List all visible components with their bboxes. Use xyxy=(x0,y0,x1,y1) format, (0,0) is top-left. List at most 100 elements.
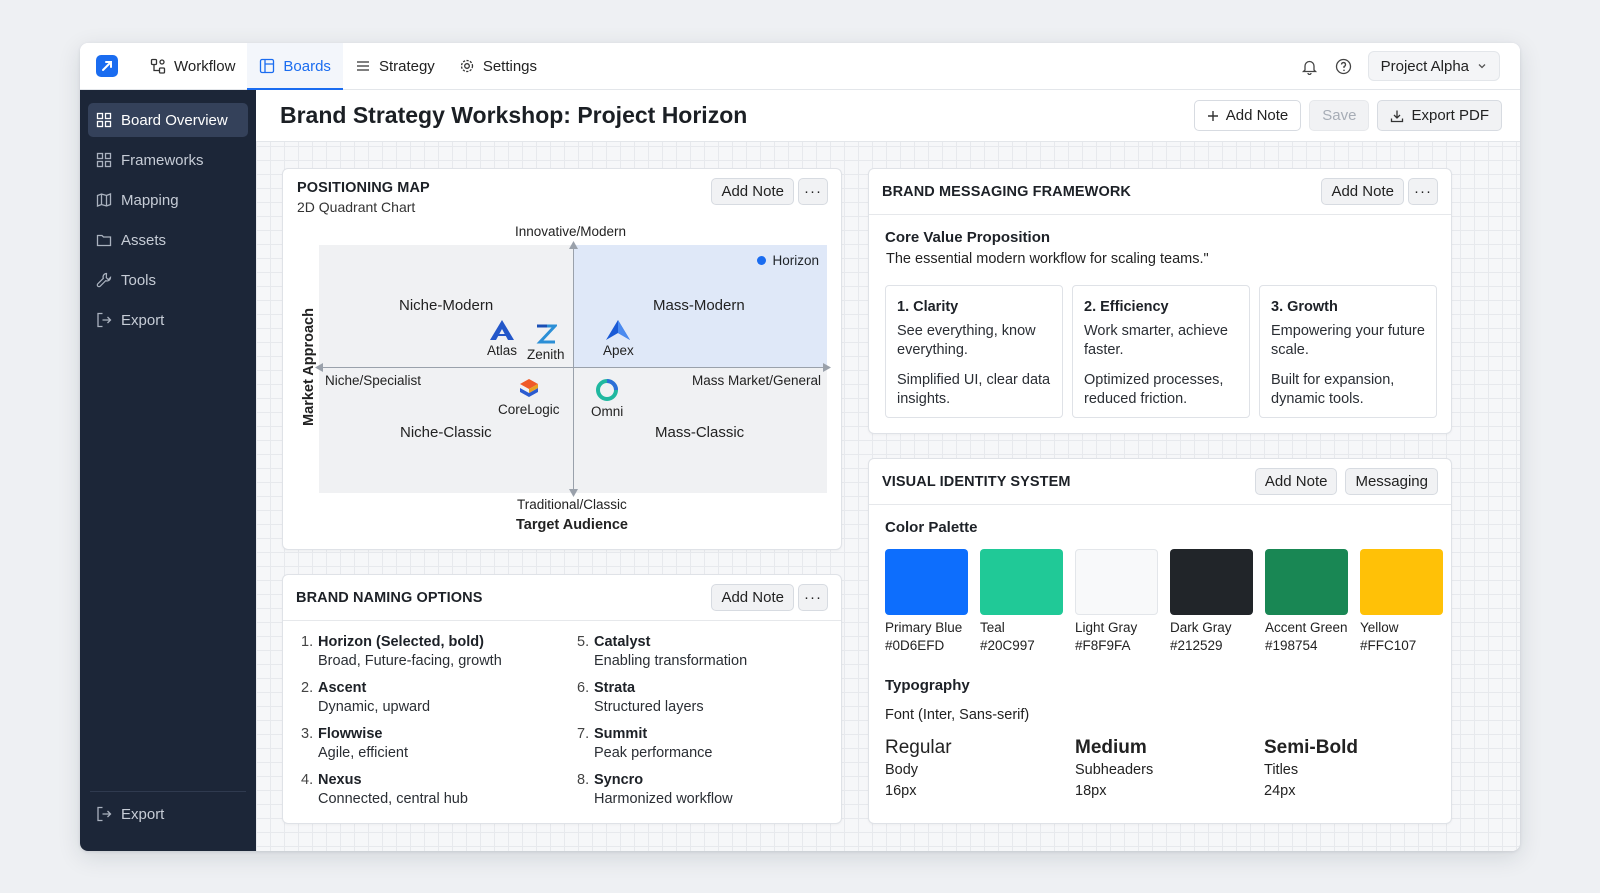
chevron-down-icon xyxy=(1478,64,1486,69)
visual-identity-panel: VISUAL IDENTITY SYSTEM Add Note Messagin… xyxy=(868,458,1452,824)
brand-corelogic[interactable]: CoreLogic xyxy=(498,378,560,417)
list-item[interactable]: 4. Nexus Connected, central hub xyxy=(301,771,577,817)
sidebar-item-tools[interactable]: Tools xyxy=(88,263,248,297)
swatch-yellow[interactable] xyxy=(1360,549,1443,615)
pillar-line: Built for expansion, dynamic tools. xyxy=(1271,372,1395,407)
list-item[interactable]: 5. Catalyst Enabling transformation xyxy=(577,633,827,679)
color-palette-title: Color Palette xyxy=(885,519,978,536)
quadrant-niche-classic: Niche-Classic xyxy=(400,424,492,441)
save-label: Save xyxy=(1322,107,1357,124)
core-value-title: Core Value Proposition xyxy=(885,229,1051,246)
save-button[interactable]: Save xyxy=(1309,100,1370,131)
sidebar-item-label: Export xyxy=(121,311,165,329)
list-item[interactable]: 1. Horizon (Selected, bold) Broad, Future-… xyxy=(301,633,577,679)
list-item[interactable]: 8. Syncro Harmonized workflow xyxy=(577,771,827,817)
item-desc: Structured layers xyxy=(594,699,704,715)
sidebar-item-export[interactable]: Export xyxy=(88,303,248,337)
add-note-label: Add Note xyxy=(1264,473,1328,490)
brand-atlas[interactable]: Atlas xyxy=(487,319,517,358)
sidebar-item-board-overview[interactable]: Board Overview xyxy=(88,103,248,137)
swatch-primary-blue[interactable] xyxy=(885,549,968,615)
type-size: 18px xyxy=(1075,783,1107,799)
brand-omni[interactable]: Omni xyxy=(591,378,623,419)
more-icon: ··· xyxy=(804,183,822,200)
legend-horizon: Horizon xyxy=(757,253,819,268)
swatch-accent-green[interactable] xyxy=(1265,549,1348,615)
swatch-label: Light Gray #F8F9FA xyxy=(1075,619,1137,655)
grid-icon xyxy=(96,112,112,128)
item-title: Horizon (Selected, bold) xyxy=(318,634,484,650)
list-item[interactable]: 2. Ascent Dynamic, upward xyxy=(301,679,577,725)
add-note-label: Add Note xyxy=(721,589,784,606)
more-options-button[interactable]: ··· xyxy=(798,178,828,205)
color-hex: #212529 xyxy=(1170,638,1223,653)
tab-strategy-label: Strategy xyxy=(378,57,435,75)
color-hex: #0D6EFD xyxy=(885,638,945,653)
messaging-button[interactable]: Messaging xyxy=(1345,468,1438,495)
export-icon xyxy=(97,806,112,822)
quadrant-mass-classic: Mass-Classic xyxy=(655,424,745,441)
y-axis-bottom-label: Traditional/Classic xyxy=(517,497,627,512)
type-use: Subheaders xyxy=(1075,762,1154,778)
tab-strategy[interactable]: Strategy xyxy=(343,43,447,89)
arrow-right-icon xyxy=(823,363,831,372)
swatch-teal[interactable] xyxy=(980,549,1063,615)
color-hex: #198754 xyxy=(1265,638,1318,653)
bell-icon[interactable] xyxy=(1300,56,1320,76)
swatch-dark-gray[interactable] xyxy=(1170,549,1253,615)
list-item[interactable]: 3. Flowwise Agile, efficient xyxy=(301,725,577,771)
more-options-button[interactable]: ··· xyxy=(798,584,828,611)
gear-icon xyxy=(460,59,473,73)
swatch-label: Primary Blue #0D6EFD xyxy=(885,619,962,655)
help-icon[interactable] xyxy=(1334,56,1354,76)
item-number: 3. xyxy=(301,726,314,742)
add-note-button[interactable]: Add Note xyxy=(711,178,794,205)
pillar-line: Optimized processes, reduced friction. xyxy=(1084,372,1224,407)
sidebar-item-label: Mapping xyxy=(121,191,179,209)
brand-zenith[interactable]: Zenith xyxy=(527,323,565,362)
tab-settings[interactable]: Settings xyxy=(447,43,549,89)
swatch-label: Accent Green #198754 xyxy=(1265,619,1348,655)
swatch-light-gray[interactable] xyxy=(1075,549,1158,615)
color-name: Dark Gray xyxy=(1170,620,1232,635)
y-axis-top-label: Innovative/Modern xyxy=(515,224,627,239)
brand-messaging-title: BRAND MESSAGING FRAMEWORK xyxy=(882,183,1131,200)
quadrant-chart: Niche/Specialist Mass Market/General Hor… xyxy=(315,241,831,497)
list-icon xyxy=(356,61,369,71)
tab-workflow[interactable]: Workflow xyxy=(138,43,247,89)
list-item[interactable]: 7. Summit Peak performance xyxy=(577,725,827,771)
x-axis-left-label: Niche/Specialist xyxy=(325,373,422,388)
list-item[interactable]: 6. Strata Structured layers xyxy=(577,679,827,725)
visual-identity-title: VISUAL IDENTITY SYSTEM xyxy=(882,473,1071,490)
workflow-icon xyxy=(150,58,166,74)
wrench-icon xyxy=(96,272,112,288)
export-pdf-button[interactable]: Export PDF xyxy=(1377,100,1502,131)
project-selector[interactable]: Project Alpha xyxy=(1367,51,1500,81)
sidebar-export-bottom[interactable]: Export xyxy=(88,797,248,831)
color-name: Accent Green xyxy=(1265,620,1348,635)
sidebar-item-frameworks[interactable]: Frameworks xyxy=(88,143,248,177)
brand-apex[interactable]: Apex xyxy=(603,319,634,358)
legend-label: Horizon xyxy=(772,253,819,268)
brand-label: CoreLogic xyxy=(498,402,560,417)
more-icon: ··· xyxy=(804,589,822,606)
page-header: Brand Strategy Workshop: Project Horizon… xyxy=(256,90,1520,142)
brand-messaging-panel: BRAND MESSAGING FRAMEWORK Add Note ··· C… xyxy=(868,168,1452,434)
pillar-title: 1. Clarity xyxy=(897,299,959,315)
brand-naming-panel: BRAND NAMING OPTIONS Add Note ··· 1. Hori… xyxy=(282,574,842,824)
add-note-button[interactable]: Add Note xyxy=(711,584,794,611)
sidebar-item-assets[interactable]: Assets xyxy=(88,223,248,257)
core-value-text: The essential modern workflow for scalin… xyxy=(886,251,1209,267)
add-note-button[interactable]: Add Note xyxy=(1321,178,1404,205)
app-logo[interactable] xyxy=(96,55,118,77)
export-icon xyxy=(97,312,112,328)
add-note-button[interactable]: Add Note xyxy=(1254,468,1338,495)
type-size: 16px xyxy=(885,783,917,799)
add-note-button[interactable]: Add Note xyxy=(1193,100,1302,131)
sidebar-item-mapping[interactable]: Mapping xyxy=(88,183,248,217)
brand-label: Apex xyxy=(603,343,634,358)
more-options-button[interactable]: ··· xyxy=(1408,178,1438,205)
tab-boards[interactable]: Boards xyxy=(247,43,343,90)
type-use: Titles xyxy=(1264,762,1299,778)
item-title: Catalyst xyxy=(594,634,651,650)
